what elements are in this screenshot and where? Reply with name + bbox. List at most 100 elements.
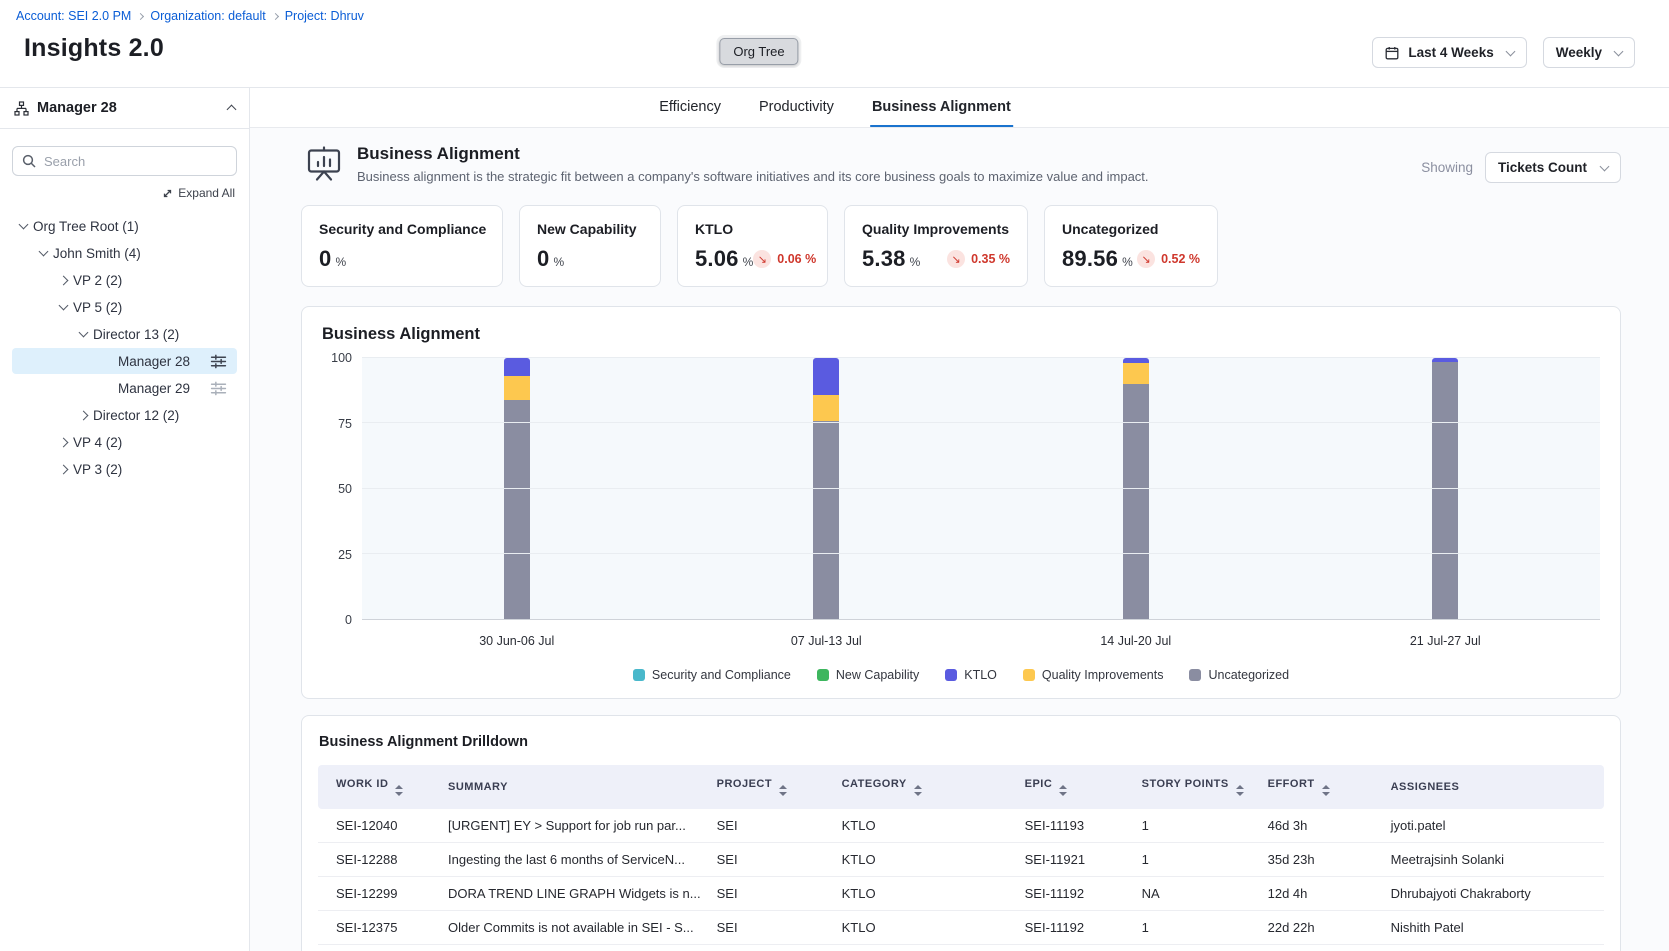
y-tick-label: 25 [338,548,352,562]
table-cell: Abhishek Chauhan [1383,944,1604,951]
table-cell: 35d 23h [1260,842,1383,876]
legend-label: Quality Improvements [1042,668,1164,682]
column-header-effort[interactable]: EFFORT [1260,765,1383,809]
chevron-down-icon [1505,46,1515,56]
column-header-epic[interactable]: EPIC [1017,765,1134,809]
tree-item-manager-28[interactable]: Manager 28 [12,348,237,374]
legend-swatch [817,669,829,681]
chevron-down-icon[interactable] [79,328,89,338]
legend-item[interactable]: KTLO [945,668,997,682]
column-header-category[interactable]: CATEGORY [834,765,1017,809]
expand-all-link[interactable]: Expand All [0,186,235,200]
kpi-delta-value: 0.06 % [777,252,816,266]
sort-icon[interactable] [395,785,403,796]
collapse-sidebar-icon[interactable] [227,105,237,115]
sort-icon[interactable] [779,785,787,796]
sidebar-search[interactable] [12,146,237,176]
tree-item-label: VP 4 (2) [73,435,237,450]
column-header-story-points[interactable]: STORY POINTS [1134,765,1260,809]
drilldown-card: Business Alignment Drilldown WORK IDSUMM… [301,715,1621,951]
table-cell: SEI [709,910,834,944]
table-row[interactable]: SEI-12040[URGENT] EY > Support for job r… [318,809,1604,843]
section-title: Business Alignment [357,144,1149,164]
tab-productivity[interactable]: Productivity [757,88,836,127]
table-cell: SEI-12288 [318,842,440,876]
interval-dropdown[interactable]: Weekly [1543,37,1635,68]
legend-swatch [1023,669,1035,681]
date-range-dropdown[interactable]: Last 4 Weeks [1372,37,1526,68]
tree-item-label: Manager 28 [118,354,204,369]
legend-item[interactable]: Security and Compliance [633,668,791,682]
tree-item-vp-2-2[interactable]: VP 2 (2) [12,267,237,293]
chevron-down-icon[interactable] [39,247,49,257]
breadcrumb-link[interactable]: Account: SEI 2.0 PM [16,9,131,23]
chart-slot [1291,358,1601,619]
table-row[interactable]: SEI-12375Older Commits is not available … [318,910,1604,944]
breadcrumb-link[interactable]: Project: Dhruv [285,9,364,23]
table-row[interactable]: SEI-12299DORA TREND LINE GRAPH Widgets i… [318,876,1604,910]
chevron-down-icon[interactable] [59,301,69,311]
chart-bar[interactable] [504,358,530,619]
kpi-label: New Capability [537,221,643,237]
chart-bar[interactable] [813,358,839,619]
chart-slot [362,358,672,619]
tree-item-director-13-2[interactable]: Director 13 (2) [12,321,237,347]
column-header-assignees[interactable]: ASSIGNEES [1383,765,1604,809]
tree-item-org-tree-root-1[interactable]: Org Tree Root (1) [12,213,237,239]
legend-item[interactable]: Uncategorized [1189,668,1289,682]
column-header-label: WORK ID [336,778,388,790]
kpi-label: KTLO [695,221,810,237]
breadcrumb-link[interactable]: Organization: default [150,9,265,23]
table-cell: KTLO [834,842,1017,876]
tree-item-vp-5-2[interactable]: VP 5 (2) [12,294,237,320]
chart-card: Business Alignment 0255075100 30 Jun-06 … [301,306,1621,699]
legend-item[interactable]: Quality Improvements [1023,668,1164,682]
tree-item-vp-4-2[interactable]: VP 4 (2) [12,429,237,455]
table-cell: SEI-11193 [1017,944,1134,951]
legend-item[interactable]: New Capability [817,668,919,682]
table-cell: Meetrajsinh Solanki [1383,842,1604,876]
gridline [362,422,1600,423]
tab-efficiency[interactable]: Efficiency [657,88,723,127]
chart-bar[interactable] [1123,358,1149,619]
chevron-right-icon[interactable] [59,464,69,474]
header-controls: Last 4 Weeks Weekly [1372,37,1635,68]
sort-icon[interactable] [1322,785,1330,796]
filter-sliders-icon[interactable] [210,380,227,397]
sort-icon[interactable] [1236,785,1244,796]
table-row[interactable]: SEI-12288Ingesting the last 6 months of … [318,842,1604,876]
x-tick-label: 14 Jul-20 Jul [981,634,1291,648]
sort-icon[interactable] [1059,785,1067,796]
column-header-work-id[interactable]: WORK ID [318,765,440,809]
table-row[interactable]: SEI-12295EY > Verify if ingestion is wor… [318,944,1604,951]
tab-business-alignment[interactable]: Business Alignment [870,88,1013,127]
sort-icon[interactable] [914,785,922,796]
search-input[interactable] [44,154,227,169]
section-description: Business alignment is the strategic fit … [357,169,1149,184]
gridline [362,488,1600,489]
column-header-project[interactable]: PROJECT [709,765,834,809]
kpi-card-uncategorized: Uncategorized89.56%↘0.52 % [1044,205,1218,287]
tree-item-john-smith-4[interactable]: John Smith (4) [12,240,237,266]
table-cell: SEI-12295 [318,944,440,951]
search-icon [22,154,36,168]
chevron-right-icon[interactable] [59,275,69,285]
showing-dropdown[interactable]: Tickets Count [1485,152,1621,183]
kpi-value-row: 5.06%↘0.06 % [695,246,810,272]
chevron-down-icon[interactable] [19,220,29,230]
chevron-right-icon[interactable] [59,437,69,447]
filter-sliders-icon[interactable] [210,353,227,370]
org-tree-button[interactable]: Org Tree [719,38,798,65]
chevron-right-icon[interactable] [79,410,89,420]
tree-item-vp-3-2[interactable]: VP 3 (2) [12,456,237,482]
tabs: Efficiency Productivity Business Alignment [657,88,1013,127]
tree-item-manager-29[interactable]: Manager 29 [12,375,237,401]
table-cell: 22d 22h [1260,910,1383,944]
chart-bar-segment [1432,362,1458,619]
table-cell: SEI-12375 [318,910,440,944]
y-tick-label: 100 [331,351,352,365]
chart-bar[interactable] [1432,358,1458,619]
column-header-summary[interactable]: SUMMARY [440,765,709,809]
column-header-label: EFFORT [1268,778,1315,790]
tree-item-director-12-2[interactable]: Director 12 (2) [12,402,237,428]
